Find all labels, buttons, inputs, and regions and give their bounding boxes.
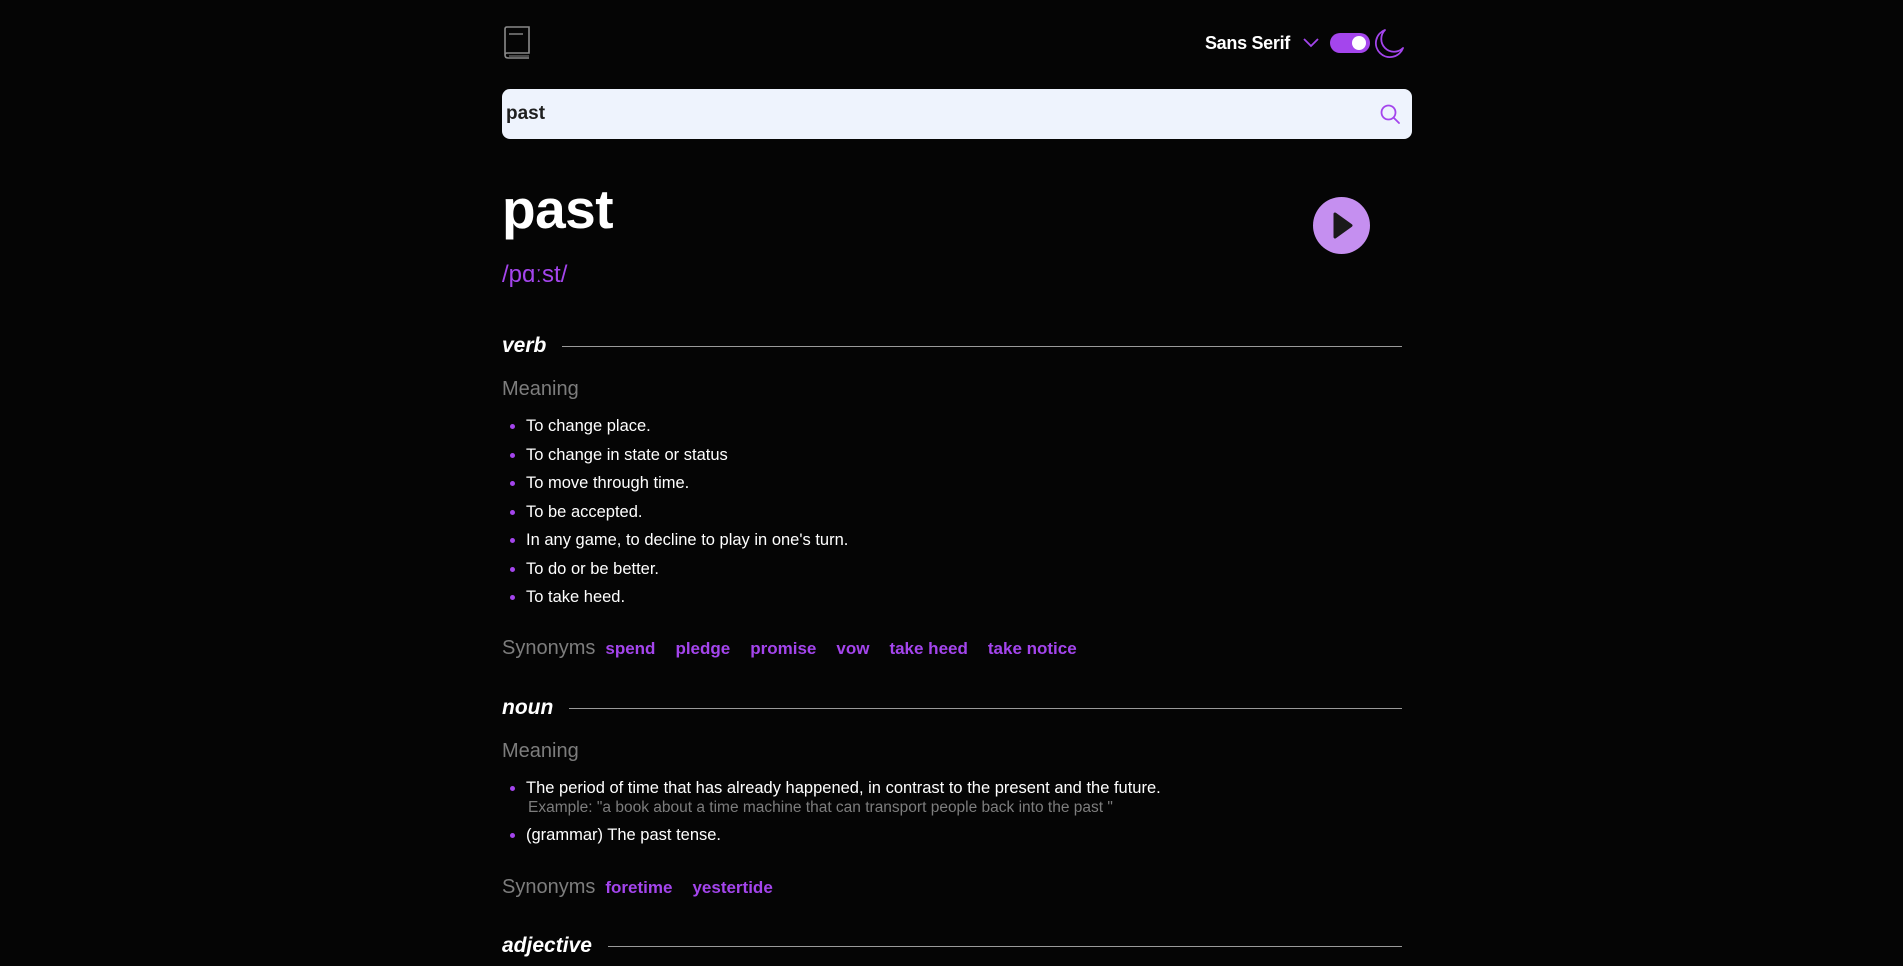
definition-text: To be accepted. bbox=[526, 502, 643, 521]
font-selector[interactable]: Sans Serif bbox=[1205, 33, 1320, 54]
play-icon bbox=[1333, 212, 1353, 239]
pos-heading-verb: verb bbox=[502, 332, 1402, 360]
synonyms-row-verb: Synonyms spend pledge promise vow take h… bbox=[502, 637, 1097, 660]
search-bar bbox=[502, 89, 1412, 139]
definition-list-verb: To change place. To change in state or s… bbox=[502, 416, 848, 607]
definition-text: To change in state or status bbox=[526, 445, 728, 464]
bullet bbox=[510, 509, 515, 515]
theme-toggle[interactable] bbox=[1330, 33, 1370, 53]
definition-text: To take heed. bbox=[526, 588, 626, 606]
definition-text: To change place. bbox=[526, 417, 651, 435]
synonym-link[interactable]: pledge bbox=[675, 639, 730, 659]
header-controls: Sans Serif bbox=[1205, 26, 1406, 60]
header: Sans Serif bbox=[502, 26, 1412, 60]
search-icon[interactable] bbox=[1378, 102, 1402, 126]
definition-example: Example: "a book about a time machine th… bbox=[528, 799, 1113, 816]
definition-item: To change place. bbox=[502, 416, 848, 436]
part-of-speech: verb bbox=[502, 334, 547, 357]
phonetic: /pɑːst/ bbox=[502, 261, 568, 288]
definition-item: To change in state or status bbox=[502, 445, 848, 465]
synonyms-label: Synonyms bbox=[502, 637, 596, 659]
definition-text: To move through time. bbox=[526, 474, 690, 492]
bullet bbox=[510, 481, 515, 486]
bullet bbox=[510, 538, 515, 543]
pos-heading-adjective: adjective bbox=[502, 932, 1402, 960]
toggle-knob bbox=[1352, 36, 1366, 50]
bullet bbox=[510, 424, 515, 429]
divider bbox=[569, 707, 1402, 709]
synonym-link[interactable]: spend bbox=[605, 639, 655, 659]
definition-list-noun: The period of time that has already happ… bbox=[502, 778, 1161, 845]
definition-text: The period of time that has already happ… bbox=[526, 779, 1161, 797]
font-selector-label: Sans Serif bbox=[1204, 32, 1290, 53]
synonyms-label: Synonyms bbox=[502, 876, 596, 898]
play-button[interactable] bbox=[1313, 197, 1370, 254]
bullet bbox=[510, 833, 515, 838]
part-of-speech: adjective bbox=[502, 934, 592, 957]
synonym-link[interactable]: take heed bbox=[889, 639, 967, 659]
bullet bbox=[510, 595, 515, 600]
synonym-link[interactable]: yestertide bbox=[692, 878, 772, 898]
definition-item: To be accepted. bbox=[502, 502, 848, 522]
synonym-link[interactable]: vow bbox=[836, 639, 869, 659]
chevron-down-icon bbox=[1303, 38, 1319, 48]
part-of-speech: noun bbox=[502, 696, 554, 719]
definition-item: To do or be better. bbox=[502, 559, 848, 579]
bullet bbox=[510, 566, 515, 572]
bullet bbox=[510, 452, 515, 458]
synonym-link[interactable]: promise bbox=[750, 639, 816, 659]
pos-heading-noun: noun bbox=[502, 694, 1402, 722]
synonyms-row-noun: Synonyms foretime yestertide bbox=[502, 876, 793, 899]
dictionary-page: Sans Serif past / bbox=[0, 0, 1903, 966]
moon-icon bbox=[1375, 29, 1404, 58]
definition-text: (grammar) The past tense. bbox=[526, 826, 722, 844]
definition-item: To move through time. bbox=[502, 473, 848, 493]
synonym-link[interactable]: take notice bbox=[988, 639, 1077, 659]
definition-text: In any game, to decline to play in one's… bbox=[526, 531, 849, 549]
synonym-link[interactable]: foretime bbox=[605, 878, 672, 898]
definition-item: To take heed. bbox=[502, 587, 848, 607]
meaning-label: Meaning bbox=[502, 378, 579, 400]
word-title: past bbox=[502, 178, 614, 240]
definition-item: In any game, to decline to play in one's… bbox=[502, 530, 848, 550]
divider bbox=[607, 945, 1402, 947]
meaning-label: Meaning bbox=[502, 740, 579, 762]
bullet bbox=[510, 786, 515, 791]
book-icon[interactable] bbox=[502, 26, 532, 60]
search-input[interactable] bbox=[502, 89, 1352, 139]
definition-item: The period of time that has already happ… bbox=[502, 778, 1161, 817]
definition-text: To do or be better. bbox=[526, 559, 660, 578]
definition-item: (grammar) The past tense. bbox=[502, 825, 1161, 845]
divider bbox=[562, 345, 1402, 347]
